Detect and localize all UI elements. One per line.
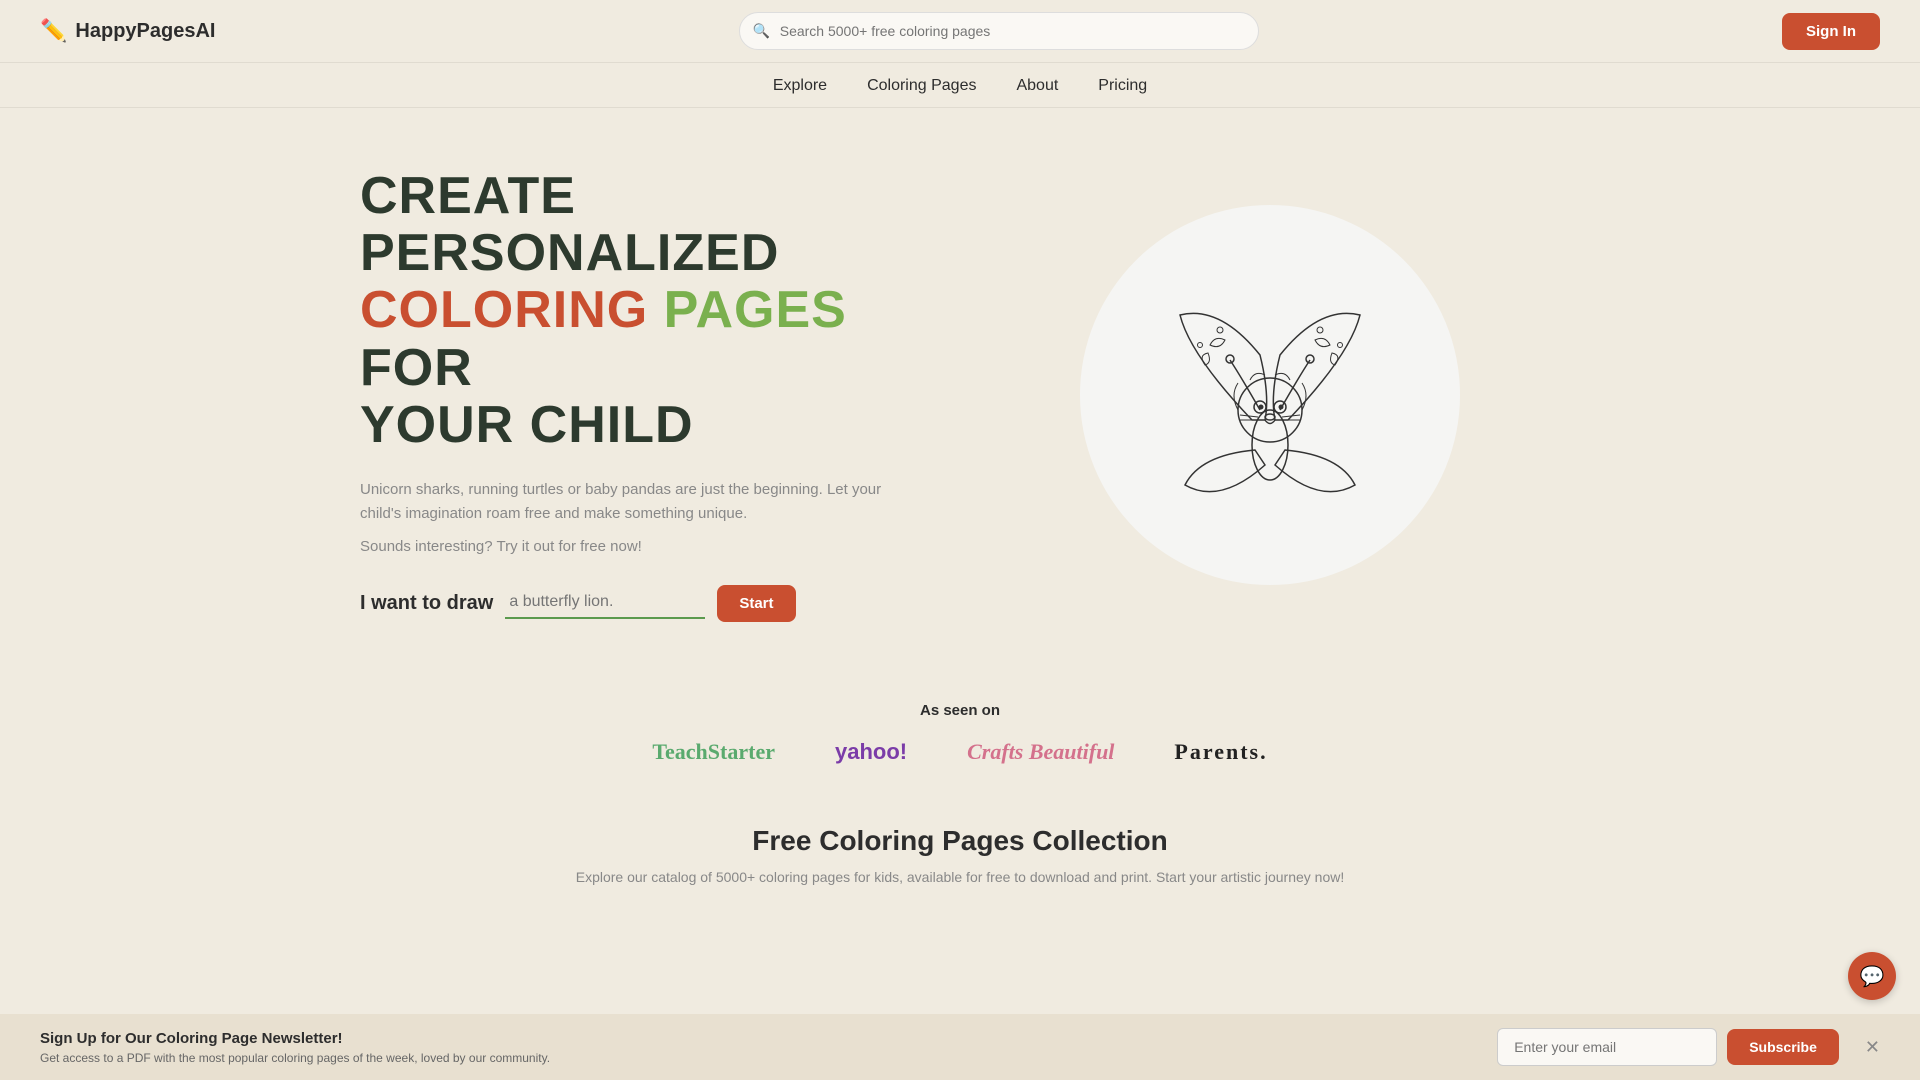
hero-title-line1: CREATE PERSONALIZED — [360, 167, 779, 282]
butterfly-lion-illustration — [1130, 255, 1410, 535]
close-banner-button[interactable]: ✕ — [1865, 1037, 1880, 1058]
brand-logos: TeachStarter yahoo! Crafts Beautiful Par… — [40, 739, 1880, 765]
logo-text: HappyPagesAI — [75, 20, 215, 43]
newsletter-banner: Sign Up for Our Coloring Page Newsletter… — [0, 1014, 1920, 1080]
newsletter-form: Subscribe ✕ — [1497, 1028, 1880, 1066]
hero-text: CREATE PERSONALIZED COLORING PAGES FOR Y… — [360, 168, 900, 622]
collection-description: Explore our catalog of 5000+ coloring pa… — [40, 869, 1880, 885]
newsletter-email-input[interactable] — [1497, 1028, 1717, 1066]
draw-label: I want to draw — [360, 592, 493, 615]
start-button[interactable]: Start — [717, 585, 795, 622]
newsletter-text: Sign Up for Our Coloring Page Newsletter… — [40, 1030, 550, 1065]
newsletter-title: Sign Up for Our Coloring Page Newsletter… — [40, 1030, 550, 1047]
search-icon: 🔍 — [753, 23, 770, 40]
as-seen-on-section: As seen on TeachStarter yahoo! Crafts Be… — [0, 672, 1920, 785]
brand-crafts: Crafts Beautiful — [967, 739, 1114, 765]
newsletter-description: Get access to a PDF with the most popula… — [40, 1051, 550, 1065]
chat-button[interactable]: 💬 — [1848, 952, 1896, 1000]
logo[interactable]: ✏️ HappyPagesAI — [40, 18, 215, 44]
nav-pricing[interactable]: Pricing — [1098, 77, 1147, 95]
hero-circle — [1080, 205, 1460, 585]
hero-description2: Sounds interesting? Try it out for free … — [360, 538, 900, 555]
hero-image — [980, 205, 1560, 585]
draw-form: I want to draw Start — [360, 585, 900, 622]
signin-button[interactable]: Sign In — [1782, 13, 1880, 50]
hero-title-child: YOUR CHILD — [360, 396, 694, 454]
subscribe-button[interactable]: Subscribe — [1727, 1029, 1839, 1065]
header: ✏️ HappyPagesAI 🔍 Sign In — [0, 0, 1920, 63]
brand-teachstarter: TeachStarter — [652, 739, 775, 765]
nav-explore[interactable]: Explore — [773, 77, 827, 95]
hero-description1: Unicorn sharks, running turtles or baby … — [360, 478, 900, 526]
collection-section: Free Coloring Pages Collection Explore o… — [0, 785, 1920, 905]
main-nav: Explore Coloring Pages About Pricing — [0, 63, 1920, 108]
hero-title: CREATE PERSONALIZED COLORING PAGES FOR Y… — [360, 168, 900, 454]
hero-title-for: FOR — [360, 339, 473, 397]
as-seen-label: As seen on — [40, 702, 1880, 719]
hero-section: CREATE PERSONALIZED COLORING PAGES FOR Y… — [260, 108, 1660, 672]
nav-coloring-pages[interactable]: Coloring Pages — [867, 77, 976, 95]
hero-title-pages: PAGES — [664, 281, 847, 339]
search-input[interactable] — [739, 12, 1259, 50]
search-bar: 🔍 — [739, 12, 1259, 50]
collection-title: Free Coloring Pages Collection — [40, 825, 1880, 857]
hero-title-coloring: COLORING — [360, 281, 648, 339]
draw-input[interactable] — [505, 587, 705, 619]
nav-about[interactable]: About — [1016, 77, 1058, 95]
brand-yahoo: yahoo! — [835, 739, 907, 765]
brand-parents: Parents. — [1174, 739, 1267, 765]
logo-icon: ✏️ — [40, 18, 67, 44]
